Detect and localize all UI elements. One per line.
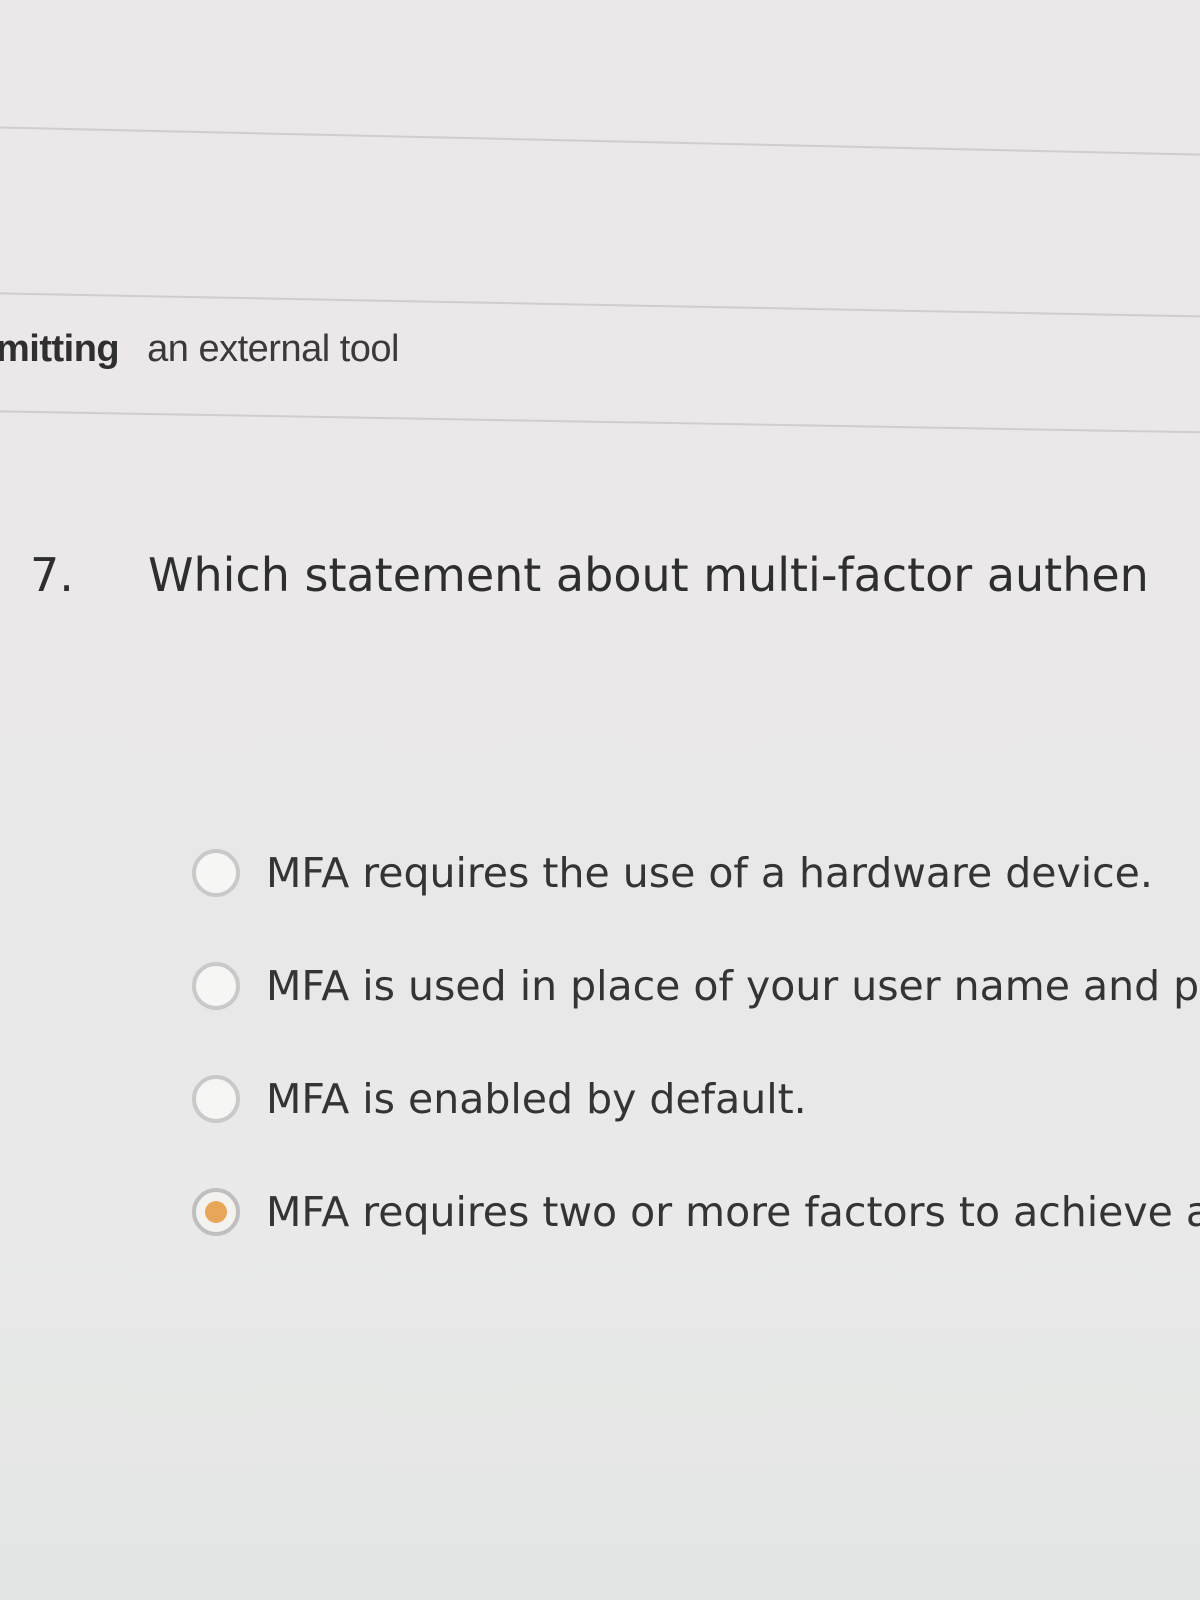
previous-answer-row: mitting an external tool: [0, 328, 399, 371]
answer-option-label[interactable]: MFA is used in place of your user name a…: [266, 962, 1200, 1010]
answer-option[interactable]: MFA requires the use of a hardware devic…: [192, 838, 1200, 908]
divider: [0, 292, 1200, 319]
question-text: Which statement about multi-factor authe…: [148, 548, 1149, 602]
answer-option[interactable]: MFA is enabled by default.: [192, 1064, 1200, 1134]
quiz-page: mitting an external tool 7. Which statemen…: [0, 0, 1200, 1600]
previous-answer-text: an external tool: [147, 328, 399, 370]
answer-option-label[interactable]: MFA requires two or more factors to achi…: [266, 1188, 1200, 1236]
previous-answer-bold-text: mitting: [0, 328, 120, 370]
radio-button[interactable]: [192, 1075, 240, 1123]
question-heading: 7. Which statement about multi-factor aut…: [30, 548, 1200, 602]
divider: [0, 410, 1200, 434]
answer-option-label[interactable]: MFA requires the use of a hardware devic…: [266, 849, 1153, 897]
radio-button[interactable]: [192, 962, 240, 1010]
radio-button-selected[interactable]: [192, 1188, 240, 1236]
radio-button[interactable]: [192, 849, 240, 897]
answer-option-label[interactable]: MFA is enabled by default.: [266, 1075, 807, 1123]
answer-option[interactable]: MFA is used in place of your user name a…: [192, 951, 1200, 1021]
answer-option[interactable]: MFA requires two or more factors to achi…: [192, 1177, 1200, 1247]
divider: [0, 126, 1200, 157]
question-number: 7.: [30, 548, 74, 602]
answer-options: MFA requires the use of a hardware devic…: [192, 838, 1200, 1290]
